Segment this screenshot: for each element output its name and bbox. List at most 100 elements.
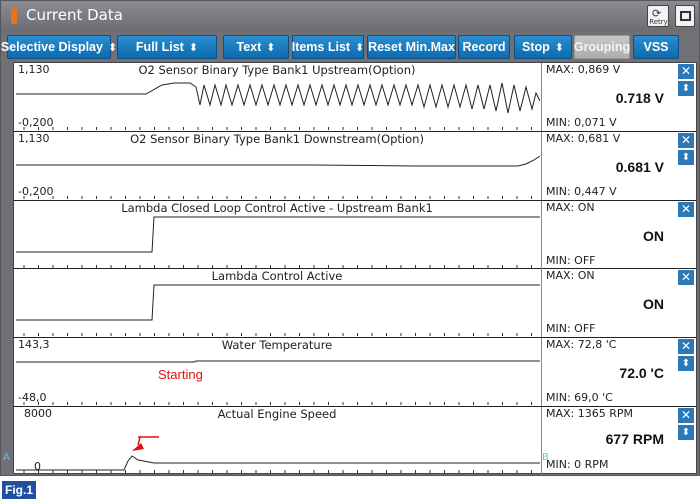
axis-ticks xyxy=(23,195,532,199)
value-panel: MAX: ON ON MIN: OFF ✕ xyxy=(542,269,696,337)
graph-area: O2 Sensor Binary Type Bank1 Downstream(O… xyxy=(14,132,540,200)
current-value: 0.681 V xyxy=(615,158,664,175)
y-max-label: 8000 xyxy=(24,407,52,420)
close-icon[interactable]: ✕ xyxy=(678,201,694,217)
text-dropdown[interactable]: Text ⬍ xyxy=(223,35,289,59)
min-value: MIN: 0,071 V xyxy=(546,116,617,129)
series-line xyxy=(16,82,540,114)
title-bar: Current Data ⟳ Retry xyxy=(1,1,699,31)
vss-label: VSS xyxy=(643,40,669,54)
window-toggle-button[interactable] xyxy=(675,5,695,27)
graph-row-lambda-control: Lambda Control Active MAX: ON ON MIN: OF… xyxy=(14,269,696,339)
series-line xyxy=(16,155,540,167)
y-min-label: -0,200 xyxy=(18,184,54,198)
max-value: MAX: 0,869 V xyxy=(546,63,621,76)
value-panel: MAX: ON ON MIN: OFF ✕ xyxy=(542,201,696,269)
graph-title: Water Temperature xyxy=(221,338,333,353)
graph-row-water-temp: Water Temperature 143,3 -48,0 MAX: 72,8 … xyxy=(14,338,696,407)
graph-title: O2 Sensor Binary Type Bank1 Downstream(O… xyxy=(130,131,424,146)
axis-a-marker: A xyxy=(3,452,10,463)
dropdown-arrow-icon: ⬍ xyxy=(355,41,365,54)
current-value: ON xyxy=(643,296,664,313)
graph-area: Actual Engine Speed 8000 0 xyxy=(14,407,540,475)
dropdown-arrow-icon: ⬍ xyxy=(554,41,564,54)
value-panel: MAX: 0,681 V 0.681 V MIN: 0,447 V ✕ ⬍ xyxy=(542,132,696,200)
record-button[interactable]: Record xyxy=(458,35,510,59)
items-list-dropdown[interactable]: Items List ⬍ xyxy=(292,35,364,59)
scale-toggle-icon[interactable]: ⬍ xyxy=(678,81,694,96)
grouping-label: Grouping xyxy=(573,40,631,54)
y-max-label: 1,130 xyxy=(18,63,50,76)
reset-minmax-button[interactable]: Reset Min.Max xyxy=(367,35,456,59)
current-value: 0.718 V xyxy=(615,90,664,106)
dropdown-arrow-icon: ⬍ xyxy=(266,41,276,54)
full-list-dropdown[interactable]: Full List ⬍ xyxy=(117,35,217,59)
close-icon[interactable]: ✕ xyxy=(678,132,694,148)
axis-ticks xyxy=(23,127,532,130)
y-min-label: -0,200 xyxy=(18,116,54,129)
graph-title: Actual Engine Speed xyxy=(217,407,337,421)
text-label: Text xyxy=(236,40,262,54)
full-list-label: Full List xyxy=(135,40,184,54)
grouping-button[interactable]: Grouping xyxy=(574,35,630,59)
selective-display-label: Selective Display xyxy=(0,40,103,54)
close-icon[interactable]: ✕ xyxy=(678,270,694,286)
graph-row-lambda-closed-loop: Lambda Closed Loop Control Active - Upst… xyxy=(14,200,696,270)
stop-dropdown[interactable]: Stop ⬍ xyxy=(514,35,572,59)
max-value: MAX: ON xyxy=(546,269,595,283)
app-flag-icon xyxy=(11,8,17,24)
graph-row-o2-upstream: O2 Sensor Binary Type Bank1 Upstream(Opt… xyxy=(14,63,696,132)
max-value: MAX: 1365 RPM xyxy=(546,407,634,420)
scale-toggle-icon[interactable]: ⬍ xyxy=(678,149,694,165)
series-line xyxy=(16,284,540,321)
max-value: MAX: 72,8 'C xyxy=(546,338,617,352)
value-panel: MAX: 72,8 'C 72.0 'C MIN: 69,0 'C ✕ ⬍ xyxy=(542,338,696,406)
max-value: MAX: 0,681 V xyxy=(546,131,621,145)
starting-annotation: Starting xyxy=(158,367,203,382)
min-value: MIN: OFF xyxy=(546,322,596,336)
current-value: ON xyxy=(643,227,664,244)
min-value: MIN: 69,0 'C xyxy=(546,391,613,405)
graph-title: O2 Sensor Binary Type Bank1 Upstream(Opt… xyxy=(138,63,416,77)
close-icon[interactable]: ✕ xyxy=(678,408,694,423)
axis-ticks xyxy=(23,333,532,337)
scale-toggle-icon[interactable]: ⬍ xyxy=(678,356,694,372)
selective-display-dropdown[interactable]: Selective Display ⬍ xyxy=(1,35,117,59)
series-line xyxy=(16,216,540,253)
dropdown-arrow-icon: ⬍ xyxy=(188,41,199,54)
window-title: Current Data xyxy=(26,6,123,24)
scale-toggle-icon[interactable]: ⬍ xyxy=(678,425,694,440)
retry-label: Retry xyxy=(649,18,668,26)
min-value: MIN: 0,447 V xyxy=(546,184,617,198)
toolbar: Selective Display ⬍ Full List ⬍ Text ⬍ Item… xyxy=(1,35,699,61)
graph-title: Lambda Control Active xyxy=(211,269,343,284)
close-icon[interactable]: ✕ xyxy=(678,339,694,355)
dropdown-arrow-icon: ⬍ xyxy=(107,41,118,54)
retry-button[interactable]: ⟳ Retry xyxy=(647,5,669,27)
stop-label: Stop xyxy=(522,40,550,54)
graph-area: Lambda Control Active xyxy=(14,269,540,337)
axis-ticks xyxy=(23,264,532,268)
graph-area: O2 Sensor Binary Type Bank1 Upstream(Opt… xyxy=(14,63,540,131)
starting-arrow-shaft xyxy=(137,436,141,446)
window-icon xyxy=(680,11,691,21)
y-min-label: 0 xyxy=(34,460,41,473)
axis-b-marker: B xyxy=(542,452,549,463)
series-line xyxy=(16,360,540,363)
vss-button[interactable]: VSS xyxy=(633,35,679,59)
min-value: MIN: 0 RPM xyxy=(546,458,609,471)
y-max-label: 1,130 xyxy=(18,131,50,145)
graph-title: Lambda Closed Loop Control Active - Upst… xyxy=(121,200,433,215)
graph-row-engine-speed: Actual Engine Speed 8000 0 MAX: 1365 RPM… xyxy=(14,407,696,474)
graph-panel: O2 Sensor Binary Type Bank1 Upstream(Opt… xyxy=(13,62,697,474)
max-value: MAX: ON xyxy=(546,200,595,214)
value-panel: MAX: 0,869 V 0.718 V MIN: 0,071 V ✕ ⬍ xyxy=(542,63,696,131)
value-panel: MAX: 1365 RPM 677 RPM MIN: 0 RPM ✕ ⬍ xyxy=(542,407,696,475)
y-min-label: -48,0 xyxy=(18,391,47,405)
graph-row-o2-downstream: O2 Sensor Binary Type Bank1 Downstream(O… xyxy=(14,131,696,201)
current-value: 72.0 'C xyxy=(619,365,664,382)
close-icon[interactable]: ✕ xyxy=(678,64,694,79)
figure-label: Fig.1 xyxy=(2,481,36,499)
min-value: MIN: OFF xyxy=(546,253,596,267)
record-label: Record xyxy=(462,40,506,54)
